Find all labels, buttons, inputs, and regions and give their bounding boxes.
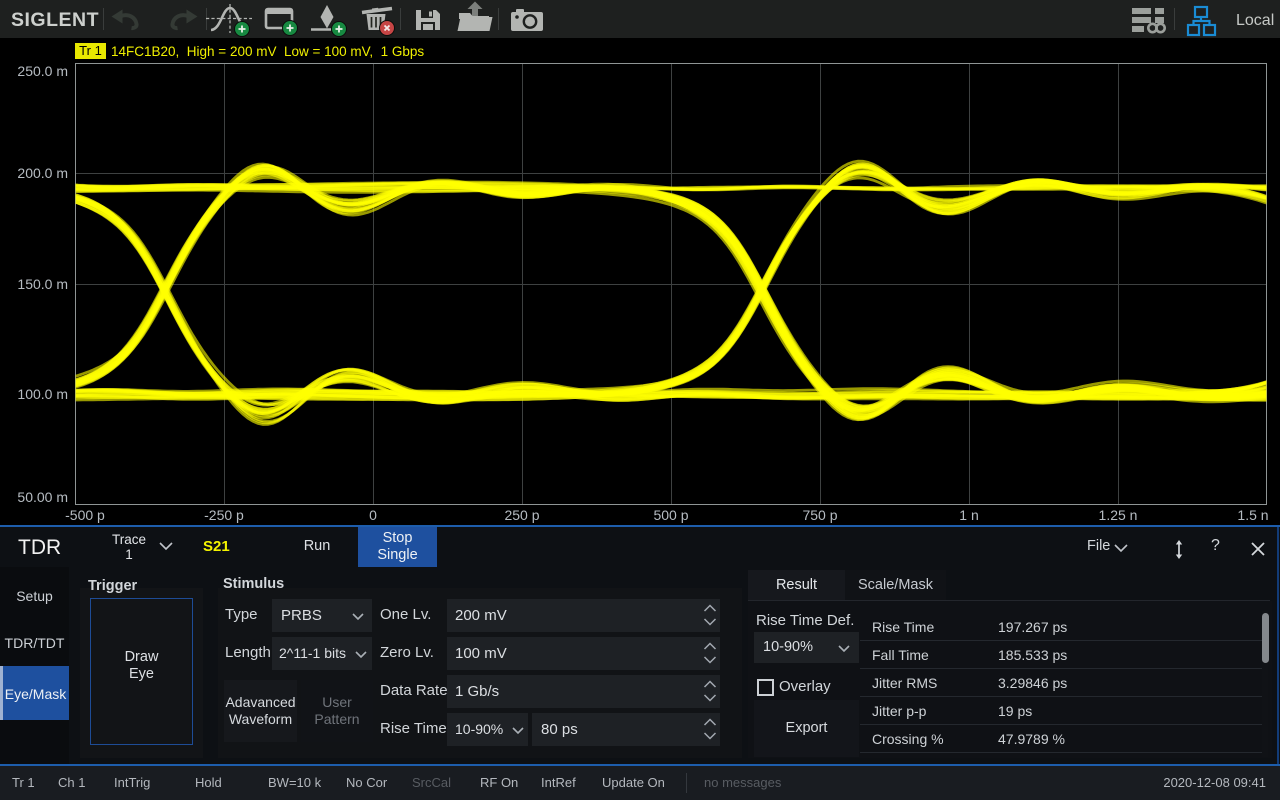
svg-text:250.0 m: 250.0 m (17, 63, 68, 79)
svg-text:SIGLENT: SIGLENT (11, 9, 99, 31)
svg-text:1.5 n: 1.5 n (1237, 507, 1268, 523)
svg-text:-250 p: -250 p (204, 507, 244, 523)
svg-text:-500 p: -500 p (65, 507, 105, 523)
svg-text:1 n: 1 n (959, 507, 978, 523)
svg-text:150.0 m: 150.0 m (17, 276, 68, 292)
svg-text:200.0 m: 200.0 m (17, 165, 68, 181)
svg-text:500 p: 500 p (653, 507, 688, 523)
svg-text:Local: Local (1236, 12, 1274, 29)
svg-text:100.0 m: 100.0 m (17, 386, 68, 402)
svg-text:0: 0 (369, 507, 377, 523)
svg-text:250 p: 250 p (504, 507, 539, 523)
svg-text:1.25 n: 1.25 n (1099, 507, 1138, 523)
svg-text:50.00 m: 50.00 m (17, 489, 68, 505)
svg-text:750 p: 750 p (802, 507, 837, 523)
